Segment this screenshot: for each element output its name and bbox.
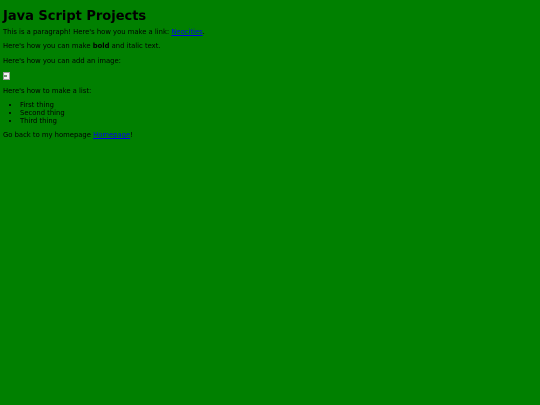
list-item: Second thing: [20, 109, 537, 117]
image-container: [3, 72, 537, 81]
bold-text: bold: [92, 41, 110, 50]
page: Java Script Projects This is a paragraph…: [0, 0, 540, 405]
homepage-link[interactable]: Homepage: [93, 131, 130, 139]
paragraph-text: This is a paragraph! Here's how you make…: [3, 27, 172, 36]
paragraph-homepage: Go back to my homepage Homepage!: [3, 131, 537, 139]
broken-image-icon: [3, 72, 10, 81]
list-item: Third thing: [20, 117, 537, 125]
paragraph-image-intro: Here's how you can add an image:: [3, 56, 121, 65]
paragraph-text-end: !: [130, 131, 133, 140]
paragraph-text-end: and italic text.: [109, 41, 161, 50]
paragraph-link: This is a paragraph! Here's how you make…: [3, 28, 537, 36]
paragraph-list-intro: Here's how to make a list:: [3, 87, 92, 96]
paragraph-text-end: .: [202, 27, 205, 36]
paragraph-formatting: Here's how you can make bold and italic …: [3, 42, 537, 50]
paragraph-text: Here's how you can make: [3, 41, 93, 50]
page-title: Java Script Projects: [3, 9, 147, 24]
paragraph-text: Go back to my homepage: [3, 131, 94, 140]
bullet-list: First thing Second thing Third thing: [3, 101, 537, 125]
neocities-link[interactable]: Neocities: [171, 28, 202, 36]
list-item: First thing: [20, 101, 537, 109]
